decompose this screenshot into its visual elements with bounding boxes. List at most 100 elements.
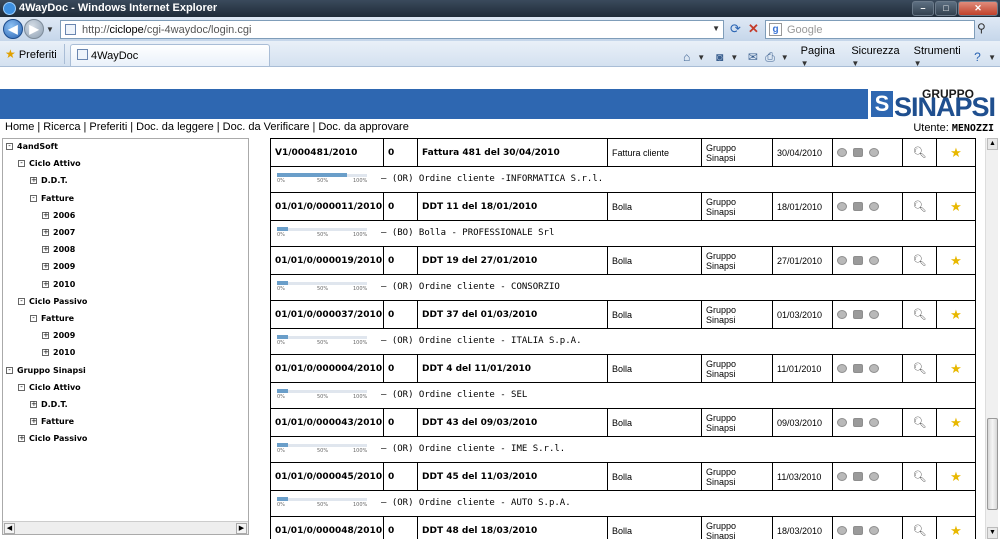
- maximize-button[interactable]: □: [935, 1, 957, 16]
- expand-icon[interactable]: +: [30, 177, 37, 185]
- tree-node[interactable]: - Fatture: [30, 314, 74, 329]
- nav-doc-da-verificare[interactable]: Doc. da Verificare: [223, 121, 310, 133]
- tree-node[interactable]: - Ciclo Attivo: [18, 383, 81, 398]
- magnifier-icon[interactable]: 🔍︎: [913, 362, 927, 375]
- magnifier-icon[interactable]: 🔍︎: [913, 200, 927, 213]
- status-icon[interactable]: [869, 202, 879, 211]
- tree-node[interactable]: + D.D.T.: [30, 176, 68, 191]
- linked-document-text[interactable]: — (OR) Ordine cliente -INFORMATICA S.r.l…: [381, 174, 603, 184]
- mail-icon[interactable]: ✉: [746, 49, 759, 65]
- favorite-star-icon[interactable]: ★: [950, 307, 962, 323]
- tree-node[interactable]: - Ciclo Attivo: [18, 159, 81, 174]
- document-row[interactable]: 01/01/0/000011/2010 0 DDT 11 del 18/01/201…: [270, 192, 976, 221]
- status-icon[interactable]: [869, 148, 879, 157]
- status-icon[interactable]: [869, 472, 879, 481]
- collapse-icon[interactable]: -: [18, 297, 25, 305]
- favorite-star-icon[interactable]: ★: [950, 199, 962, 215]
- expand-icon[interactable]: +: [30, 401, 37, 408]
- collapse-icon[interactable]: -: [30, 315, 37, 322]
- tree-node-label[interactable]: Fatture: [41, 417, 74, 426]
- tree-node-label[interactable]: 2009: [53, 262, 75, 271]
- favorite-star-icon[interactable]: ★: [950, 253, 962, 269]
- scroll-up-icon[interactable]: ▲: [987, 138, 998, 150]
- close-window-button[interactable]: ✕: [958, 1, 998, 16]
- status-icon[interactable]: [869, 256, 879, 265]
- home-dropdown-icon[interactable]: ▼: [697, 53, 705, 62]
- forward-button[interactable]: ▶: [24, 19, 44, 39]
- help-dropdown-icon[interactable]: ▼: [988, 53, 996, 62]
- tree-node[interactable]: + D.D.T.: [30, 400, 68, 415]
- feeds-icon[interactable]: ◙: [713, 49, 726, 65]
- magnifier-icon[interactable]: 🔍︎: [913, 146, 927, 159]
- refresh-icon[interactable]: ⟳: [727, 20, 744, 39]
- url-dropdown-icon[interactable]: ▼: [712, 24, 720, 33]
- approve-icon[interactable]: [837, 364, 847, 373]
- expand-icon[interactable]: +: [42, 280, 49, 288]
- collapse-icon[interactable]: -: [6, 143, 13, 150]
- tree-node-label[interactable]: Ciclo Passivo: [29, 434, 87, 443]
- tree-node[interactable]: +2006: [42, 211, 75, 226]
- document-row[interactable]: 01/01/0/000045/2010 0 DDT 45 del 11/03/201…: [270, 462, 976, 491]
- tree-node-label[interactable]: Ciclo Attivo: [29, 383, 81, 392]
- collapse-icon[interactable]: -: [18, 160, 25, 168]
- nav-preferiti[interactable]: Preferiti: [89, 121, 127, 133]
- approve-icon[interactable]: [837, 526, 847, 535]
- tree-node[interactable]: - Gruppo Sinapsi: [6, 366, 86, 381]
- cart-icon[interactable]: [853, 310, 863, 319]
- approve-icon[interactable]: [837, 148, 847, 157]
- nav-doc-da-approvare[interactable]: Doc. da approvare: [318, 121, 409, 133]
- tree-node-label[interactable]: Gruppo Sinapsi: [17, 366, 86, 375]
- feeds-dropdown-icon[interactable]: ▼: [730, 53, 738, 62]
- tree-node-label[interactable]: 2010: [53, 348, 75, 357]
- status-icon[interactable]: [869, 418, 879, 427]
- document-row[interactable]: 01/01/0/000037/2010 0 DDT 37 del 01/03/201…: [270, 300, 976, 329]
- scroll-right-icon[interactable]: ▶: [236, 523, 247, 534]
- approve-icon[interactable]: [837, 202, 847, 211]
- magnifier-icon[interactable]: 🔍︎: [913, 524, 927, 537]
- linked-document-text[interactable]: — (OR) Ordine cliente - AUTO S.p.A.: [381, 498, 571, 508]
- expand-icon[interactable]: +: [42, 263, 49, 271]
- favorites-button[interactable]: ★ Preferiti: [5, 47, 57, 61]
- tree-node[interactable]: -4andSoft: [6, 142, 58, 157]
- collapse-icon[interactable]: -: [30, 194, 37, 202]
- tab-4waydoc[interactable]: 4WayDoc: [70, 44, 270, 66]
- tree-node[interactable]: +2008: [42, 245, 75, 260]
- url-text[interactable]: http://ciclope/cgi-4waydoc/login.cgi: [82, 24, 251, 36]
- expand-icon[interactable]: +: [42, 229, 49, 236]
- status-icon[interactable]: [869, 310, 879, 319]
- print-dropdown-icon[interactable]: ▼: [781, 53, 789, 62]
- linked-document-text[interactable]: — (OR) Ordine cliente - IME S.r.l.: [381, 444, 565, 454]
- tree-horizontal-scrollbar[interactable]: ◀ ▶: [3, 521, 248, 534]
- tree-node-label[interactable]: 2007: [53, 228, 75, 237]
- tree-node[interactable]: +2009: [42, 331, 75, 346]
- collapse-icon[interactable]: -: [6, 366, 13, 374]
- stop-icon[interactable]: ✕: [745, 20, 762, 39]
- tree-node-label[interactable]: D.D.T.: [41, 400, 68, 409]
- tree-node[interactable]: +2010: [42, 348, 75, 363]
- linked-document-text[interactable]: — (BO) Bolla - PROFESSIONALE Srl: [381, 228, 554, 238]
- tree-node[interactable]: +2007: [42, 228, 75, 243]
- print-icon[interactable]: ⎙: [764, 49, 777, 65]
- menu-pagina[interactable]: Pagina ▼: [801, 45, 842, 69]
- favorite-star-icon[interactable]: ★: [950, 469, 962, 485]
- nav-home[interactable]: Home: [5, 121, 34, 133]
- cart-icon[interactable]: [853, 148, 863, 157]
- expand-icon[interactable]: +: [42, 332, 49, 340]
- tree-node[interactable]: + Ciclo Passivo: [18, 434, 87, 449]
- tree-node-label[interactable]: Ciclo Attivo: [29, 159, 81, 168]
- cart-icon[interactable]: [853, 526, 863, 535]
- status-icon[interactable]: [869, 364, 879, 373]
- linked-document-text[interactable]: — (OR) Ordine cliente - SEL: [381, 390, 527, 400]
- expand-icon[interactable]: +: [30, 418, 37, 426]
- scroll-down-icon[interactable]: ▼: [987, 527, 998, 539]
- expand-icon[interactable]: +: [42, 349, 49, 357]
- menu-sicurezza[interactable]: Sicurezza ▼: [851, 45, 903, 69]
- tree-node[interactable]: +2009: [42, 262, 75, 277]
- status-icon[interactable]: [869, 526, 879, 535]
- linked-document-text[interactable]: — (OR) Ordine cliente - ITALIA S.p.A.: [381, 336, 581, 346]
- nav-doc-da-leggere[interactable]: Doc. da leggere: [136, 121, 214, 133]
- magnifier-icon[interactable]: 🔍︎: [913, 470, 927, 483]
- tree-node[interactable]: - Fatture: [30, 194, 74, 209]
- approve-icon[interactable]: [837, 472, 847, 481]
- document-row[interactable]: V1/000481/2010 0 Fattura 481 del 30/04/201…: [270, 138, 976, 167]
